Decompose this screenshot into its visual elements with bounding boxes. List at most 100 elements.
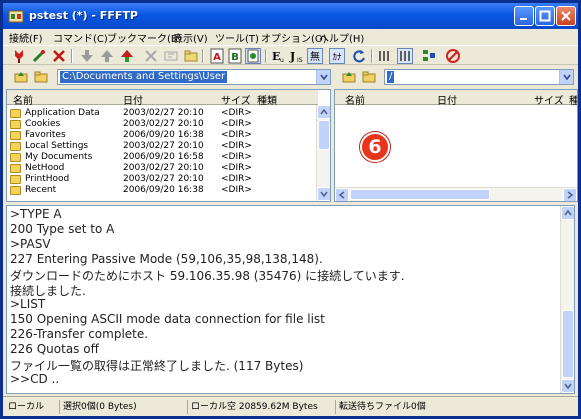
- close-icon: [561, 11, 571, 21]
- log-line: >TYPE A: [10, 207, 62, 221]
- svg-text:B: B: [231, 52, 239, 63]
- quick-connect-icon[interactable]: [31, 48, 47, 64]
- remote-col-size[interactable]: サイズ: [534, 92, 564, 107]
- sync-folders-icon[interactable]: [421, 48, 437, 64]
- no-conversion-icon[interactable]: 無: [307, 48, 323, 64]
- toolbar: A B E u J IS 無 ｶﾅ: [3, 45, 578, 65]
- minimize-button[interactable]: [514, 6, 534, 26]
- svg-text:無: 無: [310, 50, 320, 63]
- file-name: Recent: [25, 185, 57, 195]
- file-date: 2006/09/20 16:58: [123, 152, 204, 162]
- local-path-dropdown-button[interactable]: [316, 70, 330, 84]
- remote-parent-folder-icon[interactable]: [342, 70, 356, 84]
- list-item[interactable]: Recent 2006/09/20 16:38 <DIR>: [7, 185, 318, 196]
- refresh-icon[interactable]: [351, 48, 367, 64]
- list-item[interactable]: Favorites 2006/09/20 16:38 <DIR>: [7, 130, 318, 141]
- scroll-down-button[interactable]: [317, 187, 330, 201]
- list-item[interactable]: Cookies 2003/02/27 20:10 <DIR>: [7, 119, 318, 130]
- close-button[interactable]: [556, 6, 576, 26]
- file-size: <DIR>: [221, 185, 252, 195]
- file-date: 2003/02/27 20:10: [123, 119, 204, 129]
- list-item[interactable]: Local Settings 2003/02/27 20:10 <DIR>: [7, 141, 318, 152]
- file-name: NetHood: [25, 163, 65, 173]
- menu-help[interactable]: ヘルプ(H): [319, 30, 364, 45]
- remote-col-date[interactable]: 日付: [437, 92, 457, 107]
- chevron-up-icon: [564, 209, 572, 216]
- remote-col-name[interactable]: 名前: [345, 92, 365, 107]
- remote-path-bar: /: [334, 66, 578, 88]
- log-vertical-scrollbar[interactable]: [560, 206, 574, 393]
- list-item[interactable]: PrintHood 2003/02/27 20:10 <DIR>: [7, 174, 318, 185]
- file-size: <DIR>: [221, 141, 252, 151]
- binary-mode-icon[interactable]: B: [227, 48, 243, 64]
- remote-path-value: /: [387, 71, 395, 83]
- menu-bar: 接続(F) コマンド(C) ブックマーク(B) 表示(V) ツール(T) オプシ…: [3, 29, 578, 45]
- scroll-left-button[interactable]: [335, 188, 349, 201]
- upload-icon[interactable]: [99, 48, 115, 64]
- minimize-icon: [520, 18, 527, 20]
- stop-icon[interactable]: [445, 48, 461, 64]
- remote-open-folder-icon[interactable]: [362, 70, 376, 84]
- remote-file-list[interactable]: 名前 日付 サイズ 種 6: [334, 89, 578, 202]
- connect-icon[interactable]: [11, 48, 27, 64]
- file-size: <DIR>: [221, 174, 252, 184]
- scroll-right-button[interactable]: [563, 188, 577, 201]
- local-vertical-scrollbar[interactable]: [316, 105, 330, 201]
- toolbar-separator: [371, 49, 373, 63]
- menu-connect[interactable]: 接続(F): [9, 30, 43, 45]
- remote-col-type[interactable]: 種: [569, 92, 577, 107]
- scroll-down-button[interactable]: [561, 379, 574, 393]
- list-view-icon[interactable]: [377, 48, 393, 64]
- ffftp-app-icon[interactable]: [8, 8, 24, 24]
- mirror-upload-icon[interactable]: [119, 48, 135, 64]
- scroll-up-button[interactable]: [317, 105, 330, 119]
- maximize-button[interactable]: [535, 6, 555, 26]
- remote-path-dropdown-button[interactable]: [559, 70, 573, 84]
- local-path-value: C:\Documents and Settings\User: [60, 71, 228, 83]
- local-path-combobox[interactable]: C:\Documents and Settings\User: [57, 69, 331, 85]
- svg-text:IS: IS: [297, 57, 303, 64]
- auto-mode-icon[interactable]: [245, 48, 261, 64]
- remote-path-combobox[interactable]: /: [384, 69, 574, 85]
- local-col-name[interactable]: 名前: [13, 92, 33, 107]
- svg-text:u: u: [280, 57, 284, 64]
- menu-options[interactable]: オプション(O): [261, 30, 327, 45]
- scroll-thumb[interactable]: [350, 189, 490, 200]
- file-size: <DIR>: [221, 108, 252, 118]
- folder-icon: [10, 175, 21, 184]
- folder-icon: [10, 142, 21, 151]
- chevron-right-icon: [567, 191, 574, 199]
- scroll-thumb[interactable]: [318, 120, 330, 150]
- local-parent-folder-icon[interactable]: [14, 70, 28, 84]
- local-col-date[interactable]: 日付: [123, 92, 143, 107]
- disconnect-icon[interactable]: [51, 48, 67, 64]
- rename-icon[interactable]: [163, 48, 179, 64]
- jis-kanji-icon[interactable]: J IS: [289, 48, 305, 64]
- local-open-folder-icon[interactable]: [34, 70, 48, 84]
- folder-icon: [10, 164, 21, 173]
- menu-bookmark[interactable]: ブックマーク(B): [107, 30, 182, 45]
- scroll-up-button[interactable]: [561, 206, 574, 220]
- delete-icon[interactable]: [143, 48, 159, 64]
- local-col-size[interactable]: サイズ: [221, 92, 251, 107]
- scroll-thumb[interactable]: [562, 310, 574, 378]
- new-folder-icon[interactable]: [183, 48, 199, 64]
- kana-conversion-icon[interactable]: ｶﾅ: [329, 48, 345, 64]
- download-icon[interactable]: [79, 48, 95, 64]
- menu-tools[interactable]: ツール(T): [215, 30, 259, 45]
- folder-icon: [10, 109, 21, 118]
- menu-view[interactable]: 表示(V): [173, 30, 208, 45]
- list-item[interactable]: NetHood 2003/02/27 20:10 <DIR>: [7, 163, 318, 174]
- remote-horizontal-scrollbar[interactable]: [335, 187, 577, 201]
- ascii-mode-icon[interactable]: A: [209, 48, 225, 64]
- log-output[interactable]: >TYPE A 200 Type set to A >PASV 227 Ente…: [6, 205, 575, 394]
- toolbar-separator: [202, 49, 204, 63]
- euc-kanji-icon[interactable]: E u: [271, 48, 287, 64]
- local-file-list[interactable]: 名前 日付 サイズ 種類 Application Data 2003/02/27…: [6, 89, 331, 202]
- list-item[interactable]: My Documents 2006/09/20 16:58 <DIR>: [7, 152, 318, 163]
- local-col-type[interactable]: 種類: [257, 92, 277, 107]
- menu-command[interactable]: コマンド(C): [53, 30, 108, 45]
- list-item[interactable]: Application Data 2003/02/27 20:10 <DIR>: [7, 108, 318, 119]
- svg-text:A: A: [213, 52, 221, 63]
- details-view-icon[interactable]: [397, 48, 413, 64]
